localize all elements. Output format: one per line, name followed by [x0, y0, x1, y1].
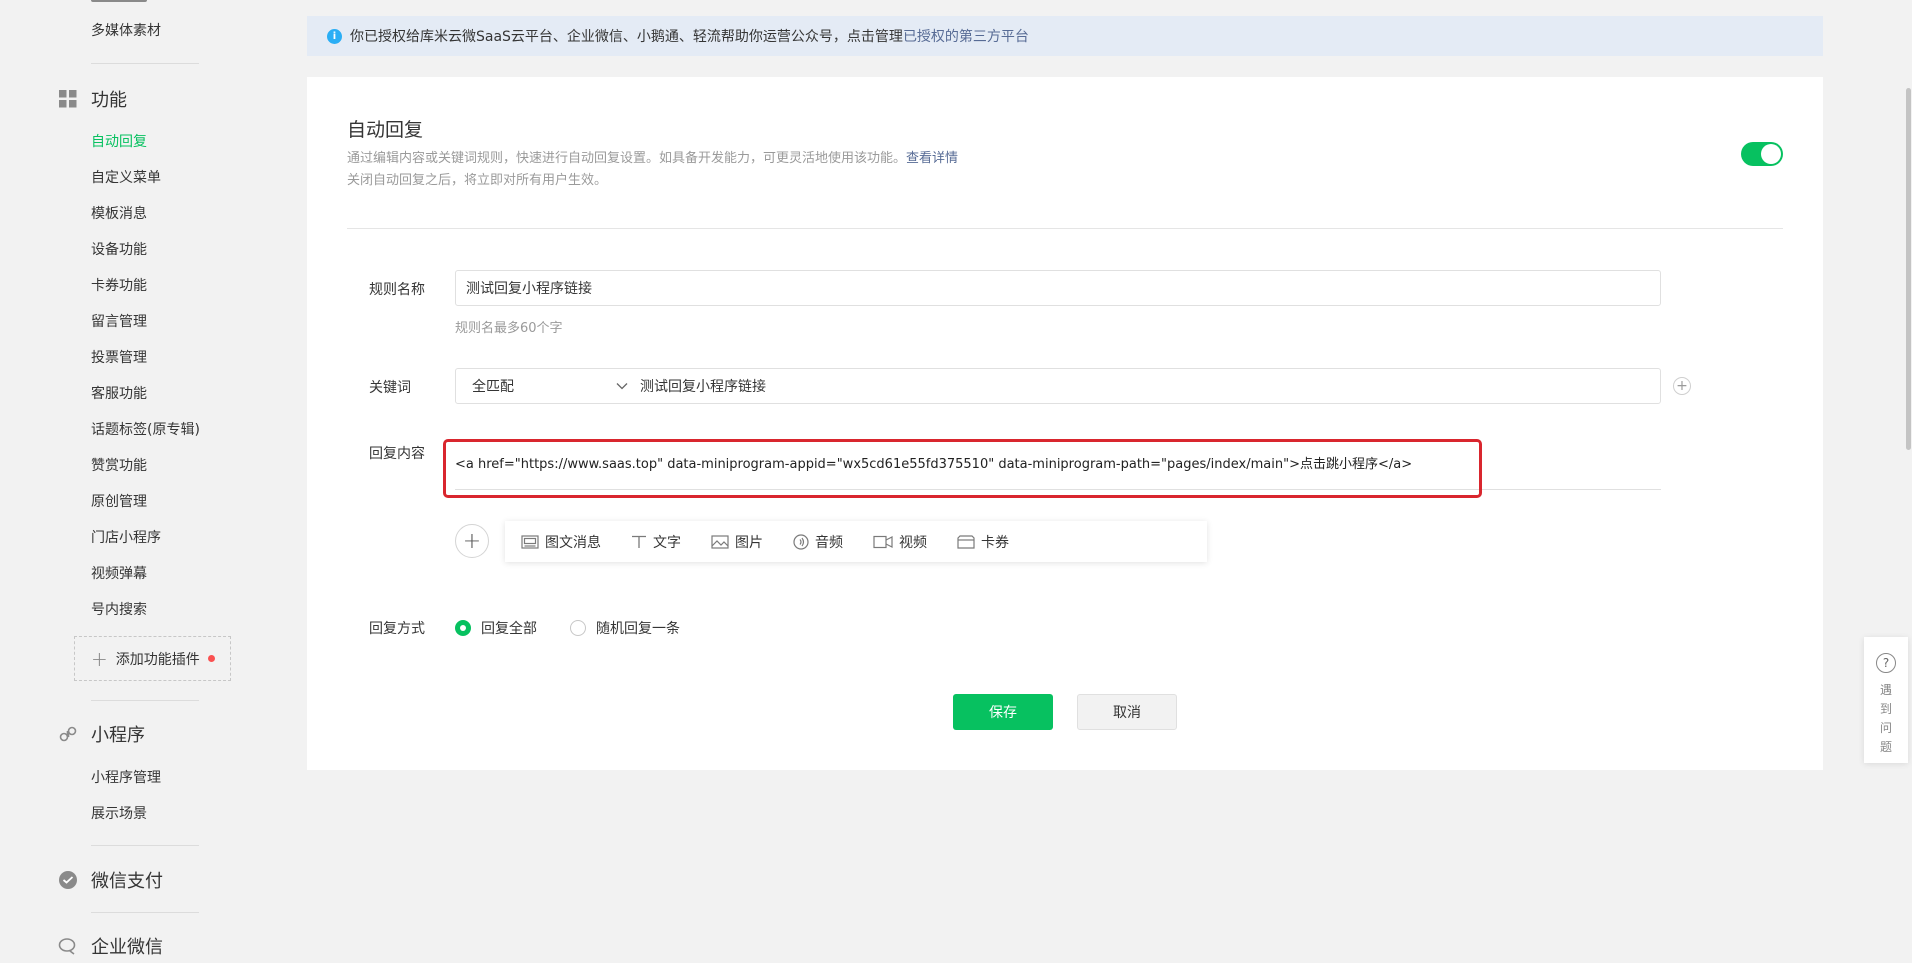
sidebar-section-wechat-pay[interactable]: 微信支付	[58, 867, 163, 893]
sidebar-item-video-danmaku[interactable]: 视频弹幕	[91, 563, 147, 583]
media-item-image[interactable]: 图片	[711, 532, 763, 552]
media-item-label: 音频	[815, 534, 843, 551]
radio-checked-icon	[455, 620, 471, 636]
sidebar-section-title: 功能	[91, 90, 127, 111]
match-type-value: 全匹配	[472, 379, 514, 395]
radio-label: 随机回复一条	[596, 621, 680, 637]
miniprogram-icon	[58, 724, 78, 744]
red-dot-badge	[207, 655, 215, 662]
auto-reply-toggle[interactable]	[1741, 142, 1783, 166]
sidebar-item-device[interactable]: 设备功能	[91, 239, 147, 259]
help-label: 遇到问题	[1879, 683, 1892, 754]
third-party-link[interactable]: 已授权的第三方平台	[903, 26, 1029, 46]
divider	[347, 228, 1783, 229]
radio-reply-random[interactable]: 随机回复一条	[570, 618, 680, 638]
question-icon: ?	[1876, 653, 1896, 673]
sidebar-section-title: 微信支付	[91, 871, 163, 892]
media-item-news[interactable]: 图文消息	[521, 532, 601, 552]
media-item-label: 图文消息	[545, 534, 601, 551]
media-item-card[interactable]: 卡券	[957, 532, 1009, 552]
authorization-notice: i 你已授权给库米云微SaaS云平台、企业微信、小鹅通、轻流帮助你运营公众号，点…	[307, 16, 1823, 56]
sidebar-divider	[91, 912, 199, 913]
media-item-label: 文字	[653, 534, 681, 551]
keyword-label: 关键词	[369, 380, 411, 396]
notice-text: 你已授权给库米云微SaaS云平台、企业微信、小鹅通、轻流帮助你运营公众号，点击管…	[350, 29, 903, 45]
sidebar: 多媒体素材 功能 自动回复 自定义菜单 模板消息 设备功能 卡券功能 留言管理 …	[0, 0, 300, 963]
scrollbar[interactable]	[1906, 88, 1911, 450]
rule-name-input[interactable]: 测试回复小程序链接	[455, 270, 1661, 306]
text-icon	[632, 535, 646, 548]
help-widget[interactable]: ? 遇到问题	[1864, 637, 1908, 763]
media-item-text[interactable]: 文字	[631, 532, 681, 552]
work-wechat-icon	[58, 936, 78, 956]
sidebar-item-reward[interactable]: 赞赏功能	[91, 455, 147, 475]
media-item-video[interactable]: 视频	[873, 532, 927, 552]
add-keyword-button[interactable]: +	[1673, 377, 1691, 395]
sidebar-item-customer-service[interactable]: 客服功能	[91, 383, 147, 403]
sidebar-item-template-msg[interactable]: 模板消息	[91, 203, 147, 223]
keyword-input[interactable]: 测试回复小程序链接	[636, 376, 766, 396]
page-description: 通过编辑内容或关键词规则，快速进行自动回复设置。如具备开发能力，可更灵活地使用该…	[347, 147, 958, 166]
media-type-bar: 图文消息 文字 图片 音频 视频 卡券	[505, 521, 1207, 562]
chevron-down-icon	[616, 378, 628, 394]
media-item-label: 视频	[899, 534, 927, 551]
save-button[interactable]: 保存	[953, 694, 1053, 730]
reply-content-text: <a href="https://www.saas.top" data-mini…	[455, 457, 1413, 472]
sidebar-section-features[interactable]: 功能	[58, 86, 127, 112]
sidebar-item-topic-tags[interactable]: 话题标签(原专辑)	[91, 419, 200, 439]
sidebar-cut-item	[91, 0, 147, 2]
add-reply-button[interactable]: +	[455, 524, 489, 558]
reply-mode-label: 回复方式	[369, 621, 425, 637]
grid-icon	[58, 89, 78, 109]
radio-reply-all[interactable]: 回复全部	[455, 618, 537, 638]
sidebar-item-original[interactable]: 原创管理	[91, 491, 147, 511]
add-plugin-button[interactable]: + 添加功能插件	[74, 636, 231, 681]
sidebar-section-title: 企业微信	[91, 937, 163, 958]
view-details-link[interactable]: 查看详情	[906, 151, 958, 166]
wechat-pay-icon	[58, 870, 78, 890]
media-item-label: 卡券	[981, 534, 1009, 551]
reply-content-label: 回复内容	[369, 446, 425, 462]
info-icon: i	[327, 28, 342, 44]
sidebar-item-comments[interactable]: 留言管理	[91, 311, 147, 331]
image-icon	[711, 534, 729, 549]
toggle-knob	[1761, 144, 1781, 164]
plus-icon: +	[462, 528, 482, 554]
add-plugin-label: 添加功能插件	[115, 651, 200, 668]
sidebar-item-store-miniprogram[interactable]: 门店小程序	[91, 527, 161, 547]
sidebar-item-search[interactable]: 号内搜索	[91, 599, 147, 619]
plus-icon: +	[1676, 378, 1688, 394]
news-icon	[521, 534, 539, 549]
media-item-audio[interactable]: 音频	[793, 532, 843, 552]
auto-reply-card: 自动回复 通过编辑内容或关键词规则，快速进行自动回复设置。如具备开发能力，可更灵…	[307, 77, 1823, 770]
page-description-note: 关闭自动回复之后，将立即对所有用户生效。	[347, 173, 608, 188]
sidebar-item-auto-reply[interactable]: 自动回复	[91, 131, 147, 151]
keyword-row: 全匹配 测试回复小程序链接	[455, 368, 1661, 404]
sidebar-item-card[interactable]: 卡券功能	[91, 275, 147, 295]
sidebar-item-custom-menu[interactable]: 自定义菜单	[91, 167, 161, 187]
radio-unchecked-icon	[570, 620, 586, 636]
description-text: 通过编辑内容或关键词规则，快速进行自动回复设置。如具备开发能力，可更灵活地使用该…	[347, 151, 907, 166]
sidebar-item-media[interactable]: 多媒体素材	[91, 20, 161, 40]
sidebar-item-display-scene[interactable]: 展示场景	[91, 803, 147, 823]
match-type-select[interactable]: 全匹配	[466, 369, 636, 403]
sidebar-section-work-wechat[interactable]: 企业微信	[58, 933, 163, 959]
sidebar-item-miniprogram-manage[interactable]: 小程序管理	[91, 767, 161, 787]
video-icon	[873, 535, 893, 548]
media-item-label: 图片	[735, 534, 763, 551]
card-icon	[957, 534, 975, 549]
radio-label: 回复全部	[481, 621, 537, 637]
sidebar-section-miniprogram[interactable]: 小程序	[58, 721, 145, 747]
rule-name-hint: 规则名最多60个字	[455, 321, 563, 336]
rule-name-label: 规则名称	[369, 282, 425, 298]
plus-icon: +	[91, 646, 108, 671]
sidebar-item-vote[interactable]: 投票管理	[91, 347, 147, 367]
sidebar-divider	[91, 845, 199, 846]
audio-icon	[793, 533, 809, 550]
sidebar-divider	[91, 700, 199, 701]
cancel-button[interactable]: 取消	[1077, 694, 1177, 730]
sidebar-section-title: 小程序	[91, 725, 145, 746]
sidebar-divider	[91, 63, 199, 64]
page-title: 自动回复	[347, 119, 424, 141]
